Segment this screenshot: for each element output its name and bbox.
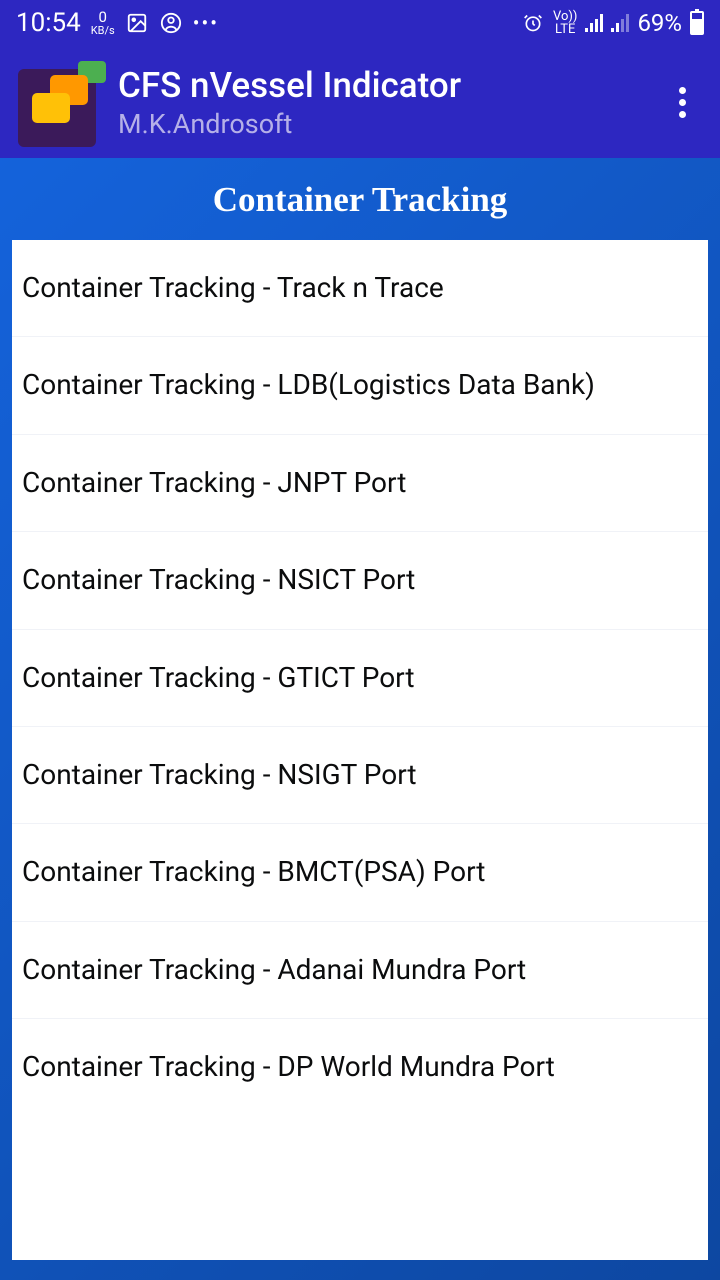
list-item[interactable]: Container Tracking - NSIGT Port <box>12 727 708 824</box>
list-item[interactable]: Container Tracking - NSICT Port <box>12 532 708 629</box>
app-title: CFS nVessel Indicator <box>118 64 662 108</box>
page-title: Container Tracking <box>0 180 720 220</box>
volte-indicator: Vo)) LTE <box>553 10 577 36</box>
status-left: 10:54 0 KB/s ••• <box>16 8 219 38</box>
list-item[interactable]: Container Tracking - GTICT Port <box>12 630 708 727</box>
status-time: 10:54 <box>16 8 81 38</box>
list-item[interactable]: Container Tracking - Adanai Mundra Port <box>12 922 708 1019</box>
app-bar: CFS nVessel Indicator M.K.Androsoft <box>0 46 720 158</box>
network-speed-value: 0 <box>99 10 107 25</box>
network-speed-indicator: 0 KB/s <box>91 10 115 36</box>
page-header: Container Tracking <box>0 158 720 240</box>
app-logo-icon <box>18 57 108 147</box>
overflow-menu-button[interactable] <box>662 82 702 122</box>
person-icon <box>159 11 183 35</box>
list-item[interactable]: Container Tracking - Track n Trace <box>12 240 708 337</box>
list-item[interactable]: Container Tracking - DP World Mundra Por… <box>12 1019 708 1115</box>
list-item[interactable]: Container Tracking - JNPT Port <box>12 435 708 532</box>
network-speed-unit: KB/s <box>91 25 115 36</box>
signal-bars-1-icon <box>585 14 603 32</box>
alarm-icon <box>521 11 545 35</box>
battery-percentage: 69% <box>637 9 682 37</box>
status-right: Vo)) LTE 69% <box>521 9 704 37</box>
app-subtitle: M.K.Androsoft <box>118 108 662 140</box>
status-bar: 10:54 0 KB/s ••• Vo)) LTE 69% <box>0 0 720 46</box>
app-titles: CFS nVessel Indicator M.K.Androsoft <box>118 64 662 140</box>
battery-icon <box>690 11 704 35</box>
signal-bars-2-icon <box>611 14 629 32</box>
tracking-list: Container Tracking - Track n Trace Conta… <box>12 240 708 1260</box>
volte-bottom: LTE <box>555 23 575 36</box>
image-icon <box>125 11 149 35</box>
more-notifications-icon: ••• <box>193 11 219 35</box>
list-item[interactable]: Container Tracking - BMCT(PSA) Port <box>12 824 708 921</box>
list-item[interactable]: Container Tracking - LDB(Logistics Data … <box>12 337 708 434</box>
